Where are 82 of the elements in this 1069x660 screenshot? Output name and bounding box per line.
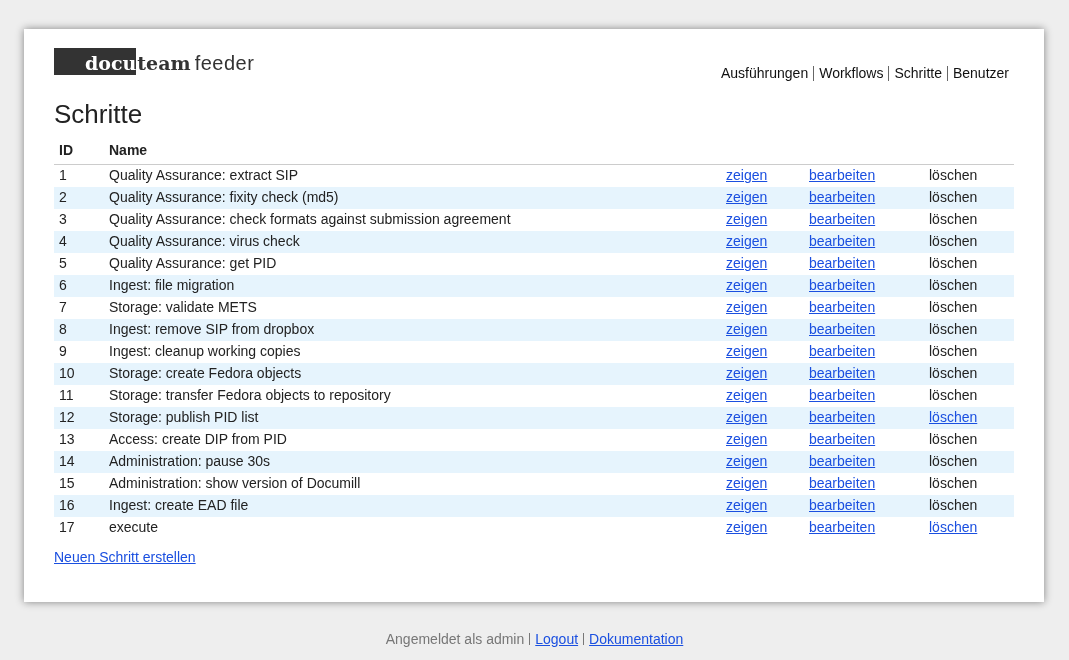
footer-link[interactable]: Dokumentation (589, 631, 684, 647)
edit-link[interactable]: bearbeiten (809, 255, 876, 272)
nav-link[interactable]: Ausführungen (716, 63, 814, 84)
show-link[interactable]: zeigen (726, 519, 768, 536)
table-cell: 9 (54, 340, 104, 363)
show-link[interactable]: zeigen (726, 343, 768, 360)
edit-link[interactable]: bearbeiten (809, 299, 876, 316)
table-cell: 10 (54, 362, 104, 385)
new-step-link[interactable]: Neuen Schritt erstellen (54, 548, 196, 565)
edit-link[interactable]: bearbeiten (809, 343, 876, 360)
footer-link[interactable]: Logout (535, 631, 579, 647)
table-cell: Ingest: cleanup working copies (104, 340, 721, 363)
show-link[interactable]: zeigen (726, 387, 768, 404)
table-cell: Quality Assurance: virus check (104, 230, 721, 253)
logo-text: team (136, 51, 192, 75)
logo-text: docu (54, 48, 137, 75)
table-cell: Quality Assurance: get PID (104, 252, 721, 275)
table-cell: 6 (54, 274, 104, 297)
delete-text: löschen (929, 233, 978, 250)
delete-link[interactable]: löschen (929, 519, 978, 536)
table-cell: 5 (54, 252, 104, 275)
login-status-text: Angemeldet als admin (385, 631, 525, 647)
delete-text: löschen (929, 255, 978, 272)
delete-text: löschen (929, 497, 978, 514)
table-cell: 1 (54, 164, 104, 187)
table-cell: 3 (54, 208, 104, 231)
table-cell: 13 (54, 428, 104, 451)
edit-link[interactable]: bearbeiten (809, 211, 876, 228)
delete-text: löschen (929, 475, 978, 492)
delete-text: löschen (929, 277, 978, 294)
nav-link[interactable]: Benutzer (947, 63, 1014, 84)
table-cell: Ingest: remove SIP from dropbox (104, 318, 721, 341)
table-cell: Ingest: file migration (104, 274, 721, 297)
edit-link[interactable]: bearbeiten (809, 387, 876, 404)
table-cell: Storage: publish PID list (104, 406, 721, 429)
table-cell: execute (104, 516, 721, 539)
table-cell: Quality Assurance: fixity check (md5) (104, 186, 721, 209)
nav-link[interactable]: Workflows (814, 63, 889, 84)
table-cell: 14 (54, 450, 104, 473)
table-cell: Storage: validate METS (104, 296, 721, 319)
nav-link[interactable]: Schritte (889, 63, 947, 84)
table-cell: Storage: create Fedora objects (104, 362, 721, 385)
delete-text: löschen (929, 321, 978, 338)
show-link[interactable]: zeigen (726, 255, 768, 272)
show-link[interactable]: zeigen (726, 211, 768, 228)
column-header: ID (54, 140, 104, 165)
show-link[interactable]: zeigen (726, 299, 768, 316)
show-link[interactable]: zeigen (726, 167, 768, 184)
table-cell: Ingest: create EAD file (104, 494, 721, 517)
table-cell: Administration: show version of Documill (104, 472, 721, 495)
table-cell: Access: create DIP from PID (104, 428, 721, 451)
table-cell: 11 (54, 384, 104, 407)
table-cell: 15 (54, 472, 104, 495)
delete-text: löschen (929, 365, 978, 382)
edit-link[interactable]: bearbeiten (809, 519, 876, 536)
delete-text: löschen (929, 189, 978, 206)
table-cell: 8 (54, 318, 104, 341)
table-cell: Storage: transfer Fedora objects to repository (104, 384, 721, 407)
delete-text: löschen (929, 299, 978, 316)
table-cell: 16 (54, 494, 104, 517)
show-link[interactable]: zeigen (726, 475, 768, 492)
delete-text: löschen (929, 431, 978, 448)
delete-text: löschen (929, 211, 978, 228)
edit-link[interactable]: bearbeiten (809, 431, 876, 448)
delete-text: löschen (929, 167, 978, 184)
table-cell: 2 (54, 186, 104, 209)
edit-link[interactable]: bearbeiten (809, 167, 876, 184)
table-cell: Quality Assurance: check formats against submission agreement (104, 208, 721, 231)
table-cell: 12 (54, 406, 104, 429)
delete-text: löschen (929, 343, 978, 360)
table-cell: Administration: pause 30s (104, 450, 721, 473)
show-link[interactable]: zeigen (726, 431, 768, 448)
edit-link[interactable]: bearbeiten (809, 475, 876, 492)
page-heading: Schritte (54, 99, 144, 131)
column-header: Name (104, 140, 721, 165)
delete-text: löschen (929, 387, 978, 404)
delete-text: löschen (929, 453, 978, 470)
logo-text: feeder (194, 51, 255, 75)
table-cell: 17 (54, 516, 104, 539)
table-cell: Quality Assurance: extract SIP (104, 164, 721, 187)
table-cell: 4 (54, 230, 104, 253)
table-cell: 7 (54, 296, 104, 319)
